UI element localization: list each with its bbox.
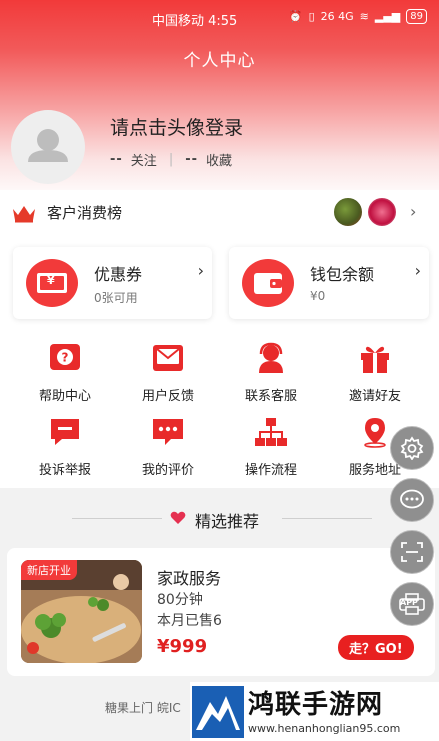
watermark-url: www.henanhonglian95.com [248, 722, 401, 735]
feedback-label: 用户反馈 [141, 389, 194, 404]
avatar[interactable] [11, 110, 85, 184]
my-reviews-item[interactable]: 我的评价 [116, 416, 220, 478]
help-center-item[interactable]: ? 帮助中心 [13, 342, 117, 404]
network-text: 26 4G [320, 10, 354, 23]
wallet-icon [242, 259, 294, 307]
chevron-right-icon: › [197, 261, 204, 280]
watermark-logo [192, 686, 244, 738]
app-label: APP [400, 598, 418, 607]
wallet-title: 钱包余额 [310, 265, 375, 284]
alarm-icon: ⏰ [288, 10, 303, 23]
more-float-button[interactable] [390, 478, 434, 522]
complaint-item[interactable]: 投诉举报 [13, 416, 117, 478]
follow-stats: -- 关注 | -- 收藏 [110, 150, 232, 169]
user-placeholder-icon [28, 129, 68, 162]
status-icons: ⏰ ▯ 26 4G ≋ ▂▄▆ 89 [289, 9, 427, 24]
complaint-label: 投诉举报 [38, 463, 91, 478]
following-label[interactable]: 关注 [131, 150, 157, 169]
invite-label: 邀请好友 [348, 389, 401, 404]
scan-icon [401, 542, 423, 562]
product-duration: 80分钟 [157, 592, 203, 608]
status-bar: 中国移动 4:55 ⏰ ▯ 26 4G ≋ ▂▄▆ 89 [0, 0, 439, 34]
coupon-title: 优惠券 [94, 265, 143, 284]
chevron-right-icon: › [410, 202, 417, 221]
favorites-label[interactable]: 收藏 [206, 150, 232, 169]
heart-icon [170, 511, 186, 524]
product-name: 家政服务 [157, 569, 222, 588]
wifi-icon: ≋ [359, 10, 369, 23]
wallet-card[interactable]: 钱包余额 ¥0 › [229, 247, 429, 319]
scan-float-button[interactable] [390, 530, 434, 574]
coupon-card[interactable]: ¥ 优惠券 0张可用 › [13, 247, 212, 319]
favorites-count[interactable]: -- [185, 152, 198, 167]
chevron-right-icon: › [414, 261, 421, 280]
crown-icon [13, 206, 35, 223]
comment-icon [153, 419, 183, 445]
invite-friends-item[interactable]: 邀请好友 [323, 342, 427, 404]
recommend-title: 精选推荐 [195, 512, 260, 531]
page-title: 个人中心 [183, 51, 256, 71]
login-prompt[interactable]: 请点击头像登录 [110, 113, 243, 140]
coupon-subtitle: 0张可用 [94, 291, 138, 305]
battery-icon: 89 [406, 9, 427, 24]
divider-right [282, 518, 372, 519]
ranking-label: 客户消费榜 [47, 204, 123, 222]
carrier-time: 中国移动 4:55 [152, 14, 238, 29]
process-item[interactable]: 操作流程 [219, 416, 323, 478]
headset-icon [259, 342, 283, 373]
customer-ranking-row[interactable]: 客户消费榜 › [0, 192, 439, 234]
customer-service-item[interactable]: 联系客服 [219, 342, 323, 404]
recommend-header: 精选推荐 [0, 505, 439, 533]
signal-icon: ▂▄▆ [374, 10, 401, 23]
watermark-title: 鸿联手游网 [248, 690, 384, 720]
location-pin-icon [364, 418, 386, 448]
help-icon: ? [50, 344, 80, 370]
product-card[interactable]: 新店开业 家政服务 80分钟 本月已售6 ¥999 走？GO! [7, 548, 435, 676]
following-count[interactable]: -- [110, 152, 123, 167]
feedback-icon [153, 345, 183, 371]
gift-icon [361, 346, 389, 373]
watermark: 鸿联手游网 www.henanhonglian95.com [190, 682, 439, 741]
flowchart-icon [255, 418, 287, 446]
coupon-icon-text: ¥ [47, 274, 55, 287]
help-label: 帮助中心 [38, 389, 91, 404]
divider-left [72, 518, 162, 519]
product-price: ¥999 [157, 636, 208, 657]
wallet-subtitle: ¥0 [310, 289, 326, 303]
reviews-label: 我的评价 [141, 463, 194, 478]
app-float-button[interactable]: APP [390, 582, 434, 626]
chat-dots-icon [400, 489, 424, 509]
go-button[interactable]: 走？GO! [338, 635, 414, 660]
svg-text:?: ? [62, 351, 69, 365]
service-label: 联系客服 [244, 389, 297, 404]
new-store-badge: 新店开业 [21, 560, 77, 580]
process-label: 操作流程 [244, 463, 297, 478]
report-icon [51, 419, 79, 445]
vibrate-icon: ▯ [308, 10, 315, 23]
footer-text: 糖果上门 皖IC [105, 701, 181, 715]
divider: | [168, 152, 174, 167]
product-sold: 本月已售6 [157, 613, 222, 629]
ranking-avatar [366, 196, 398, 228]
settings-float-button[interactable] [390, 426, 434, 470]
gear-icon [400, 436, 424, 460]
ranking-avatar [332, 196, 364, 228]
ranking-avatars [332, 196, 402, 228]
feedback-item[interactable]: 用户反馈 [116, 342, 220, 404]
